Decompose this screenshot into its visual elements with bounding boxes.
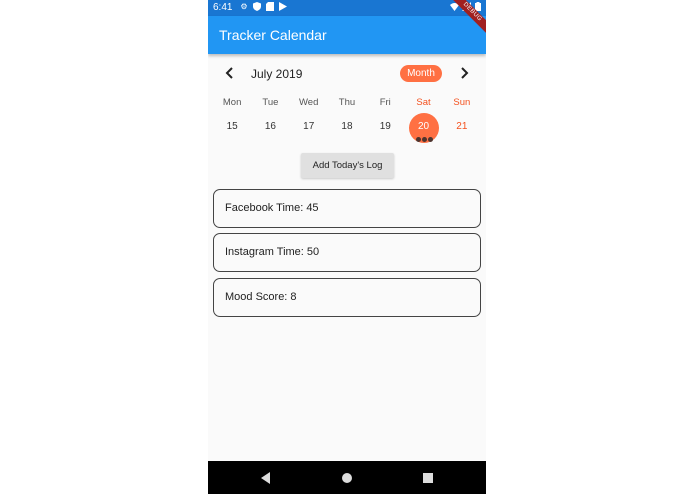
day-cell[interactable]: 19	[366, 113, 404, 143]
days-row: 15 16 17 18 19 20 21	[213, 113, 481, 143]
weekday-label: Mon	[222, 97, 242, 108]
day-number: 17	[303, 121, 315, 132]
format-toggle-button[interactable]: Month	[400, 65, 442, 82]
chevron-left-icon[interactable]	[222, 65, 238, 81]
weekday-label: Sat	[416, 97, 431, 108]
event-marker	[427, 137, 433, 142]
recents-icon[interactable]	[421, 471, 435, 485]
system-nav-bar	[208, 461, 486, 494]
day-cell-selected[interactable]: 20	[404, 113, 442, 143]
day-cell[interactable]: 17	[290, 113, 328, 143]
log-text: Facebook Time: 45	[225, 202, 319, 214]
day-cell[interactable]: 18	[328, 113, 366, 143]
shield-icon	[253, 2, 261, 11]
day-number: 15	[226, 121, 238, 132]
add-todays-log-button[interactable]: Add Today's Log	[301, 153, 394, 178]
weekday-label: Sun	[453, 97, 471, 108]
sim-card-icon	[266, 2, 274, 11]
weekday-row: Mon Tue Wed Thu Fri Sat Sun	[213, 97, 481, 109]
phone-screen: 6:41 ⚙ Tracker Calendar DEBUG July 2019 …	[208, 0, 486, 494]
log-text: Instagram Time: 50	[225, 246, 320, 258]
log-text: Mood Score: 8	[225, 291, 297, 303]
back-icon[interactable]	[259, 471, 273, 485]
chevron-right-icon[interactable]	[456, 65, 472, 81]
day-cell[interactable]: 21	[443, 113, 481, 143]
log-card-facebook[interactable]: Facebook Time: 45	[213, 189, 481, 228]
day-cell[interactable]: 16	[251, 113, 289, 143]
settings-icon: ⚙	[240, 2, 248, 11]
day-number: 19	[379, 121, 391, 132]
day-number: 20	[417, 121, 430, 132]
day-number: 16	[264, 121, 276, 132]
day-number: 18	[341, 121, 353, 132]
home-icon[interactable]	[340, 471, 354, 485]
play-store-icon	[279, 2, 287, 11]
status-bar: 6:41 ⚙	[208, 0, 486, 16]
event-marker	[421, 137, 427, 142]
weekday-label: Tue	[262, 97, 279, 108]
status-time: 6:41	[213, 2, 233, 13]
calendar-header: July 2019 Month	[208, 62, 486, 86]
app-title: Tracker Calendar	[219, 27, 327, 43]
day-number: 21	[456, 121, 468, 132]
status-left-icons: ⚙	[240, 2, 287, 11]
log-card-instagram[interactable]: Instagram Time: 50	[213, 233, 481, 272]
event-markers	[415, 137, 433, 142]
app-bar: Tracker Calendar	[208, 16, 486, 54]
event-marker	[415, 137, 421, 142]
month-title: July 2019	[251, 67, 303, 81]
weekday-label: Fri	[379, 97, 391, 108]
weekday-label: Thu	[338, 97, 356, 108]
log-card-mood[interactable]: Mood Score: 8	[213, 278, 481, 317]
weekday-label: Wed	[299, 97, 319, 108]
day-cell[interactable]: 15	[213, 113, 251, 143]
